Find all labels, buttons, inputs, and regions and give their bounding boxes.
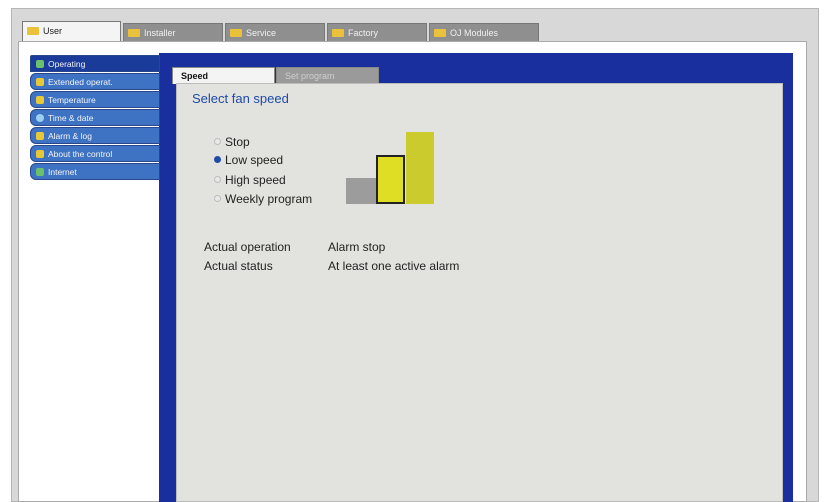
sidebar-item-alarm-log[interactable]: Alarm & log (30, 127, 160, 144)
clock-icon (36, 113, 44, 122)
installer-icon (128, 28, 140, 37)
bell-icon (36, 131, 44, 140)
actual-status-label: Actual status (204, 259, 273, 273)
sidebar-item-internet[interactable]: Internet (30, 163, 160, 180)
globe-icon (36, 167, 44, 176)
sidebar-item-temperature[interactable]: Temperature (30, 91, 160, 108)
tab-factory[interactable]: Factory (327, 23, 427, 41)
radio-checked-icon (214, 156, 221, 164)
radio-stop[interactable]: Stop (214, 134, 250, 151)
speed-bar-stop (346, 178, 376, 204)
radio-high-speed[interactable]: High speed (214, 172, 286, 189)
speed-panel (176, 83, 783, 502)
actual-status-value: At least one active alarm (328, 259, 460, 273)
speed-indicator (345, 130, 437, 206)
radio-unchecked-icon (214, 176, 221, 184)
fan-icon (36, 59, 44, 68)
tab-oj-modules[interactable]: OJ Modules (429, 23, 539, 41)
help-icon (36, 149, 44, 158)
radio-unchecked-icon (214, 195, 221, 203)
tab-service[interactable]: Service (225, 23, 325, 41)
tab-user[interactable]: User (22, 21, 121, 41)
tab-set-program[interactable]: Set program (276, 67, 379, 84)
speed-bar-high (406, 132, 434, 204)
section-title: Select fan speed (192, 91, 289, 106)
actual-operation-label: Actual operation (204, 240, 291, 254)
tab-installer[interactable]: Installer (123, 23, 223, 41)
thermometer-icon (36, 95, 44, 104)
sidebar-item-about[interactable]: About the control (30, 145, 160, 162)
speed-bar-low (376, 155, 405, 204)
sidebar-item-time-date[interactable]: Time & date (30, 109, 160, 126)
sidebar-item-operating[interactable]: Operating (30, 55, 160, 72)
radio-low-speed[interactable]: Low speed (214, 152, 283, 169)
service-icon (230, 28, 242, 37)
sidebar-menu: Operating Extended operat. Temperature T… (30, 55, 160, 181)
radio-weekly-program[interactable]: Weekly program (214, 191, 312, 208)
sidebar-item-extended-operation[interactable]: Extended operat. (30, 73, 160, 90)
actual-operation-value: Alarm stop (328, 240, 386, 254)
modules-icon (434, 28, 446, 37)
user-icon (27, 26, 39, 35)
radio-unchecked-icon (214, 138, 221, 146)
tab-speed[interactable]: Speed (172, 67, 275, 84)
folder-icon (332, 28, 344, 37)
fan-icon (36, 77, 44, 86)
